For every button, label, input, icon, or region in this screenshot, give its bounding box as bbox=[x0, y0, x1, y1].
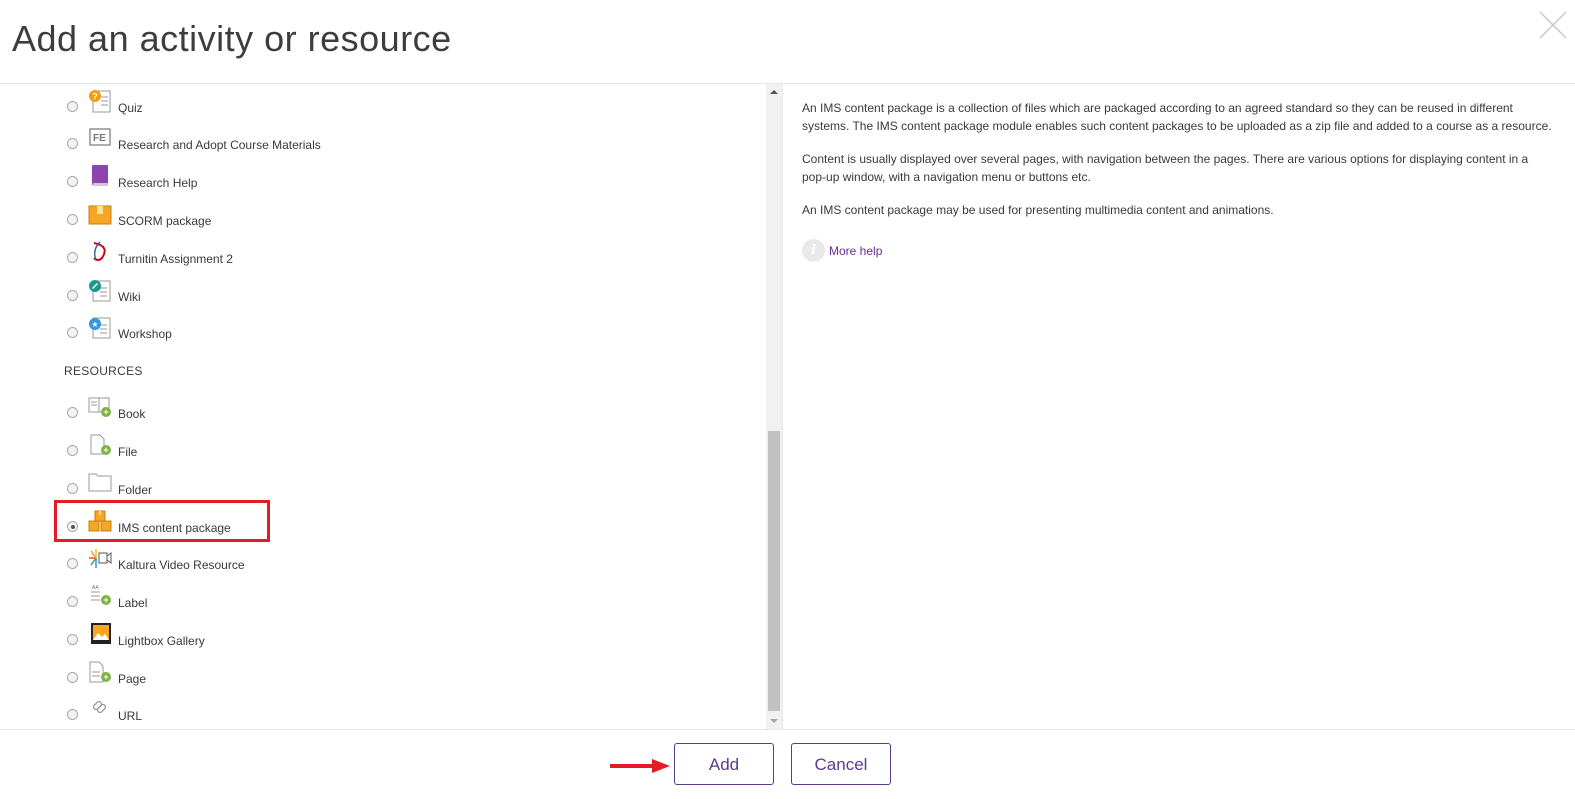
radio-button[interactable] bbox=[67, 327, 78, 338]
radio-button[interactable] bbox=[67, 138, 78, 149]
option-label-resource[interactable]: AA + Label bbox=[64, 584, 744, 620]
wiki-icon bbox=[89, 280, 111, 302]
option-label: Wiki bbox=[118, 290, 141, 304]
option-label: File bbox=[118, 445, 138, 459]
option-url[interactable]: URL bbox=[64, 697, 744, 729]
radio-button[interactable] bbox=[67, 558, 78, 569]
lightbox-gallery-icon bbox=[91, 623, 111, 644]
scroll-thumb[interactable] bbox=[768, 431, 780, 711]
folder-icon bbox=[88, 473, 112, 492]
option-label: Folder bbox=[118, 483, 153, 497]
kaltura-video-icon bbox=[89, 549, 112, 568]
option-label: Book bbox=[118, 407, 146, 421]
option-turnitin-assignment-2[interactable]: Turnitin Assignment 2 bbox=[64, 240, 744, 276]
svg-text:+: + bbox=[103, 445, 108, 455]
svg-text:FE: FE bbox=[93, 133, 106, 144]
option-label: Lightbox Gallery bbox=[118, 634, 205, 648]
option-label: URL bbox=[118, 709, 143, 723]
option-label: Turnitin Assignment 2 bbox=[118, 252, 233, 266]
more-help-link[interactable]: More help bbox=[829, 244, 882, 258]
radio-button[interactable] bbox=[67, 101, 78, 112]
workshop-icon: ★ bbox=[89, 317, 111, 339]
scorm-package-icon bbox=[88, 205, 112, 225]
book-purple-icon bbox=[92, 165, 108, 186]
module-description: An IMS content package is a collection o… bbox=[802, 100, 1554, 236]
quiz-icon: ? bbox=[89, 90, 111, 113]
radio-button[interactable] bbox=[67, 634, 78, 645]
option-scorm-package[interactable]: SCORM package bbox=[64, 202, 744, 238]
option-book[interactable]: + Book bbox=[64, 395, 744, 431]
info-icon: i bbox=[802, 239, 825, 262]
svg-text:★: ★ bbox=[91, 320, 98, 329]
list-scrollbar[interactable] bbox=[766, 84, 782, 729]
radio-button[interactable] bbox=[67, 596, 78, 607]
option-page[interactable]: + Page bbox=[64, 660, 744, 696]
scroll-down-icon[interactable] bbox=[766, 713, 782, 729]
dialog-footer bbox=[0, 729, 1575, 799]
selection-highlight-box bbox=[54, 500, 270, 542]
close-icon[interactable] bbox=[1536, 8, 1570, 42]
description-paragraph: An IMS content package is a collection o… bbox=[802, 101, 1552, 133]
dialog-header: Add an activity or resource bbox=[0, 0, 1575, 84]
svg-text:AA: AA bbox=[92, 585, 99, 591]
file-icon: + bbox=[90, 434, 111, 455]
option-label: Page bbox=[118, 672, 147, 686]
option-quiz[interactable]: ? Quiz bbox=[64, 89, 744, 125]
cancel-button[interactable]: Cancel bbox=[791, 743, 891, 785]
radio-button[interactable] bbox=[67, 483, 78, 494]
option-file[interactable]: + File bbox=[64, 433, 744, 469]
option-label: Quiz bbox=[118, 101, 143, 115]
radio-button[interactable] bbox=[67, 214, 78, 225]
option-research-help[interactable]: Research Help bbox=[64, 164, 744, 200]
book-icon: + bbox=[88, 397, 111, 417]
url-link-icon bbox=[92, 700, 107, 714]
radio-button[interactable] bbox=[67, 709, 78, 720]
option-kaltura-video-resource[interactable]: Kaltura Video Resource bbox=[64, 546, 744, 582]
resources-section-header: RESOURCES bbox=[64, 364, 143, 378]
option-label: Research and Adopt Course Materials bbox=[118, 138, 321, 152]
svg-text:?: ? bbox=[92, 92, 98, 102]
radio-button[interactable] bbox=[67, 672, 78, 683]
pane-divider bbox=[782, 84, 783, 729]
svg-text:+: + bbox=[103, 407, 108, 417]
option-lightbox-gallery[interactable]: Lightbox Gallery bbox=[64, 622, 744, 658]
option-label: Research Help bbox=[118, 176, 198, 190]
option-workshop[interactable]: ★ Workshop bbox=[64, 315, 744, 351]
red-arrow-icon bbox=[610, 759, 670, 773]
option-label: Kaltura Video Resource bbox=[118, 558, 245, 572]
description-paragraph: An IMS content package may be used for p… bbox=[802, 203, 1274, 217]
option-label: Label bbox=[118, 596, 148, 610]
radio-button[interactable] bbox=[67, 445, 78, 456]
research-materials-icon: FE bbox=[89, 128, 111, 146]
dialog-title: Add an activity or resource bbox=[12, 18, 452, 59]
radio-button[interactable] bbox=[67, 290, 78, 301]
turnitin-icon bbox=[93, 241, 106, 261]
scroll-up-icon[interactable] bbox=[766, 84, 782, 100]
add-button[interactable]: Add bbox=[674, 743, 774, 785]
radio-button[interactable] bbox=[67, 176, 78, 187]
description-paragraph: Content is usually displayed over severa… bbox=[802, 152, 1529, 184]
svg-text:+: + bbox=[103, 595, 108, 605]
option-label: SCORM package bbox=[118, 214, 212, 228]
option-wiki[interactable]: Wiki bbox=[64, 278, 744, 314]
option-label: Workshop bbox=[118, 327, 172, 341]
page-icon: + bbox=[89, 661, 111, 683]
radio-button[interactable] bbox=[67, 252, 78, 263]
svg-text:+: + bbox=[103, 672, 108, 682]
radio-button[interactable] bbox=[67, 407, 78, 418]
option-research-and-adopt-course-materials[interactable]: FE Research and Adopt Course Materials bbox=[64, 126, 744, 162]
label-icon: AA + bbox=[91, 585, 111, 605]
